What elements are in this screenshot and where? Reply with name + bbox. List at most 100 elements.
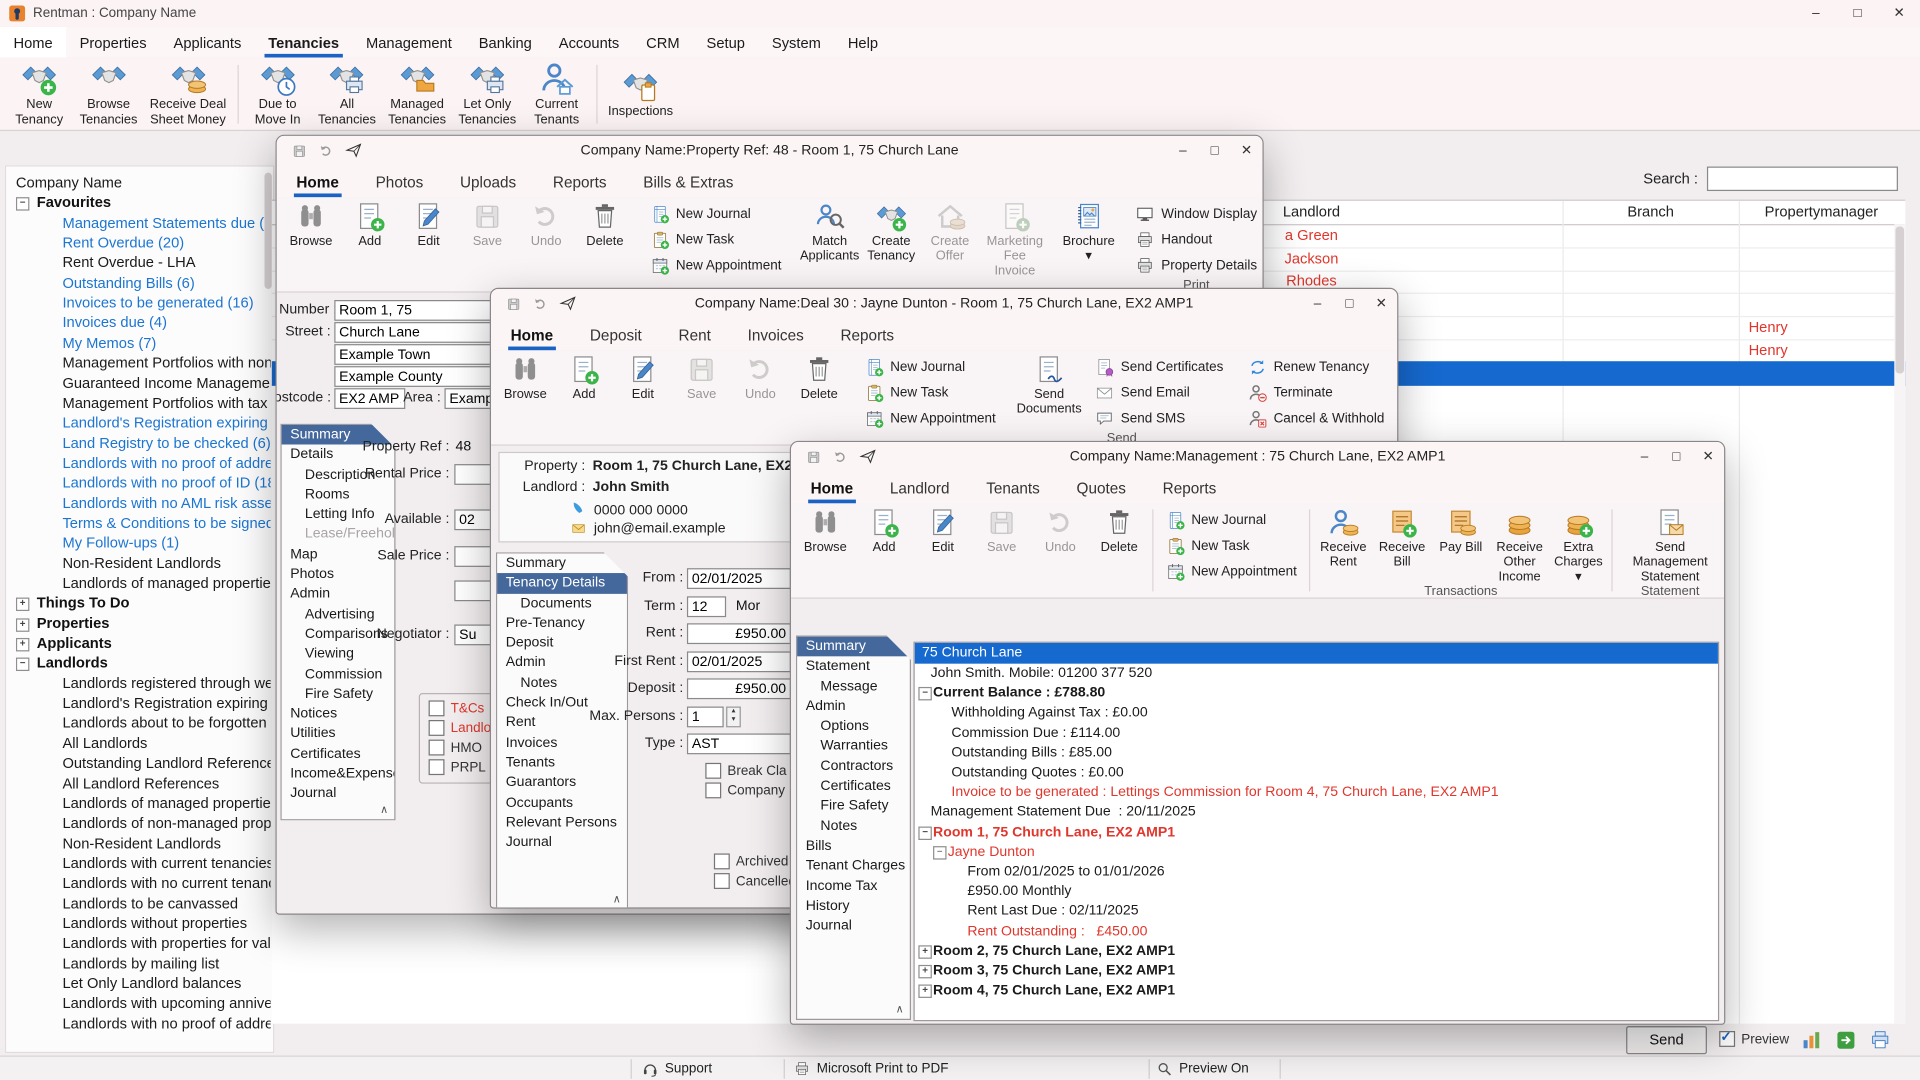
- sidebar-item-landlords-about-to-be-forgotten-gdf[interactable]: Landlords about to be forgotten (GDF: [62, 713, 270, 733]
- checkbox-company[interactable]: Company: [705, 782, 785, 798]
- nav-item-income-tax[interactable]: Income Tax: [797, 876, 910, 896]
- export-icon[interactable]: [1834, 1029, 1857, 1052]
- field-input[interactable]: [687, 733, 791, 754]
- expand-toggle-icon[interactable]: −: [918, 826, 931, 839]
- checkbox-box[interactable]: [429, 740, 445, 756]
- tab-tenants[interactable]: Tenants: [984, 475, 1043, 503]
- ribbon-button-pay-bill[interactable]: Pay Bill: [1431, 503, 1490, 584]
- nav-item-fire-safety[interactable]: Fire Safety: [797, 796, 910, 816]
- tab-invoices[interactable]: Invoices: [745, 322, 806, 350]
- nav-item-viewing[interactable]: Viewing: [282, 644, 395, 664]
- tab-uploads[interactable]: Uploads: [458, 169, 519, 197]
- nav-item-statement[interactable]: Statement: [797, 657, 910, 677]
- field-input[interactable]: [687, 596, 726, 617]
- toolbar-button-let-only[interactable]: Let Only Tenancies: [452, 58, 522, 129]
- checkbox-archived[interactable]: Archived: [714, 853, 788, 869]
- tab-landlord[interactable]: Landlord: [887, 475, 951, 503]
- nav-item-income-expenses[interactable]: Income&Expenses: [282, 764, 395, 784]
- ribbon-button-cancel-withhold[interactable]: Cancel & Withhold: [1239, 405, 1393, 431]
- tab-reports[interactable]: Reports: [550, 169, 609, 197]
- sidebar-item-my-follow-ups-1-[interactable]: My Follow-ups (1): [62, 533, 270, 553]
- ribbon-button-match[interactable]: Match Applicants: [797, 197, 861, 278]
- tree-row[interactable]: Management Statement Due : 20/11/2025: [915, 803, 1718, 823]
- sidebar-item-landlord-s-registration-expiring-17-[interactable]: Landlord's Registration expiring (17): [62, 413, 270, 433]
- nav-item-advertising[interactable]: Advertising: [282, 604, 395, 624]
- sidebar-scrollbar-thumb[interactable]: [264, 173, 271, 289]
- nav-item-guarantors[interactable]: Guarantors: [497, 773, 627, 793]
- ribbon-button-create[interactable]: Create Tenancy: [862, 197, 921, 278]
- maximize-button[interactable]: □: [1333, 289, 1365, 318]
- toolbar-button-receive-deal[interactable]: Receive Deal Sheet Money: [144, 58, 233, 129]
- print-icon[interactable]: [1869, 1029, 1892, 1052]
- nav-item-notes[interactable]: Notes: [797, 816, 910, 836]
- sidebar-section-landlords[interactable]: −Landlords: [16, 653, 261, 673]
- sidebar-item-guaranteed-income-management-por[interactable]: Guaranteed Income Management Por: [62, 373, 270, 393]
- ribbon-button-new-task[interactable]: New Task: [1157, 533, 1305, 559]
- tree-row[interactable]: +Room 4, 75 Church Lane, EX2 AMP1: [915, 981, 1718, 1001]
- toolbar-button-due-to[interactable]: Due to Move In: [243, 58, 312, 129]
- sidebar-item-landlords-with-upcoming-anniversary[interactable]: Landlords with upcoming anniversary: [62, 993, 270, 1013]
- tree-row[interactable]: John Smith. Mobile: 01200 377 520: [915, 664, 1718, 684]
- checkbox-hmo[interactable]: HMO: [429, 740, 482, 756]
- sidebar-item-non-resident-landlords[interactable]: Non-Resident Landlords: [62, 553, 270, 573]
- nav-item-certificates[interactable]: Certificates: [797, 776, 910, 796]
- toolbar-button-all[interactable]: All Tenancies: [312, 58, 382, 129]
- ribbon-button-new-appointment[interactable]: New Appointment: [856, 405, 1004, 431]
- ribbon-button-edit[interactable]: Edit: [913, 503, 972, 555]
- nav-item-commission[interactable]: Commission: [282, 664, 395, 684]
- minimize-button[interactable]: –: [1302, 289, 1334, 318]
- send-button[interactable]: Send: [1626, 1026, 1707, 1054]
- sidebar-item-outstanding-landlord-references[interactable]: Outstanding Landlord References: [62, 753, 270, 773]
- sidebar-item-landlords-with-current-tenancies[interactable]: Landlords with current tenancies: [62, 853, 270, 873]
- field-input[interactable]: [687, 623, 791, 644]
- ribbon-button-send-management[interactable]: Send Management Statement: [1616, 503, 1724, 584]
- menu-item-tenancies[interactable]: Tenancies: [255, 27, 353, 58]
- minimize-button[interactable]: –: [1629, 442, 1661, 471]
- menu-item-accounts[interactable]: Accounts: [545, 27, 632, 58]
- sidebar-scrollbar[interactable]: [264, 170, 271, 1038]
- sidebar-item-landlords-by-mailing-list[interactable]: Landlords by mailing list: [62, 953, 270, 973]
- nav-item-photos[interactable]: Photos: [282, 565, 395, 585]
- sidebar-item-invoices-due-4-[interactable]: Invoices due (4): [62, 313, 270, 333]
- checkbox-t-cs[interactable]: T&Cs: [429, 700, 485, 716]
- ribbon-button-send[interactable]: Send Documents: [1012, 350, 1087, 417]
- tree-row[interactable]: Outstanding Bills : £85.00: [915, 743, 1718, 763]
- field-input[interactable]: [334, 322, 493, 343]
- ribbon-button-new-task[interactable]: New Task: [642, 227, 790, 253]
- maximize-button[interactable]: □: [1660, 442, 1692, 471]
- ribbon-button-new-journal[interactable]: New Journal: [1157, 507, 1305, 533]
- statusbar-microsoft-print-to-pdf[interactable]: Microsoft Print to PDF: [793, 1057, 948, 1080]
- ribbon-button-receive[interactable]: Receive Bill: [1373, 503, 1432, 584]
- menu-item-properties[interactable]: Properties: [66, 27, 160, 58]
- nav-item-journal[interactable]: Journal: [497, 833, 627, 853]
- field-input[interactable]: [334, 300, 493, 321]
- field-input[interactable]: [334, 366, 493, 387]
- ribbon-button-brochure[interactable]: Brochure ▾: [1058, 197, 1120, 264]
- sidebar-item-invoices-to-be-generated-16-[interactable]: Invoices to be generated (16): [62, 293, 270, 313]
- minimize-button[interactable]: –: [1167, 136, 1199, 165]
- nav-item-history[interactable]: History: [797, 896, 910, 916]
- ribbon-button-new-appointment[interactable]: New Appointment: [1157, 558, 1305, 584]
- nav-item-notices[interactable]: Notices: [282, 704, 395, 724]
- menu-item-setup[interactable]: Setup: [693, 27, 758, 58]
- nav-scroll-up-icon[interactable]: ∧: [896, 1003, 904, 1016]
- menu-item-help[interactable]: Help: [834, 27, 891, 58]
- close-button[interactable]: ✕: [1878, 0, 1920, 27]
- expand-toggle-icon[interactable]: +: [16, 618, 29, 631]
- nav-item-summary[interactable]: Summary: [797, 637, 910, 657]
- table-scrollbar-thumb[interactable]: [1896, 227, 1905, 374]
- sidebar-item-landlords-with-no-proof-of-address[interactable]: Landlords with no proof of address: [62, 1013, 270, 1033]
- ribbon-button-new-journal[interactable]: New Journal: [642, 201, 790, 227]
- expand-toggle-icon[interactable]: −: [16, 198, 29, 211]
- nav-item-admin[interactable]: Admin: [797, 697, 910, 717]
- ribbon-button-add[interactable]: Add: [855, 503, 914, 555]
- menu-item-crm[interactable]: CRM: [633, 27, 693, 58]
- field-input[interactable]: [334, 388, 405, 409]
- menu-item-system[interactable]: System: [758, 27, 834, 58]
- toolbar-button-managed[interactable]: Managed Tenancies: [382, 58, 452, 129]
- table-scrollbar[interactable]: [1894, 224, 1905, 1024]
- nav-item-rooms[interactable]: Rooms: [282, 485, 395, 505]
- ribbon-button-edit[interactable]: Edit: [613, 350, 672, 402]
- checkbox-box[interactable]: [429, 759, 445, 775]
- sidebar-item-terms-conditions-to-be-signed-9-[interactable]: Terms & Conditions to be signed (9): [62, 513, 270, 533]
